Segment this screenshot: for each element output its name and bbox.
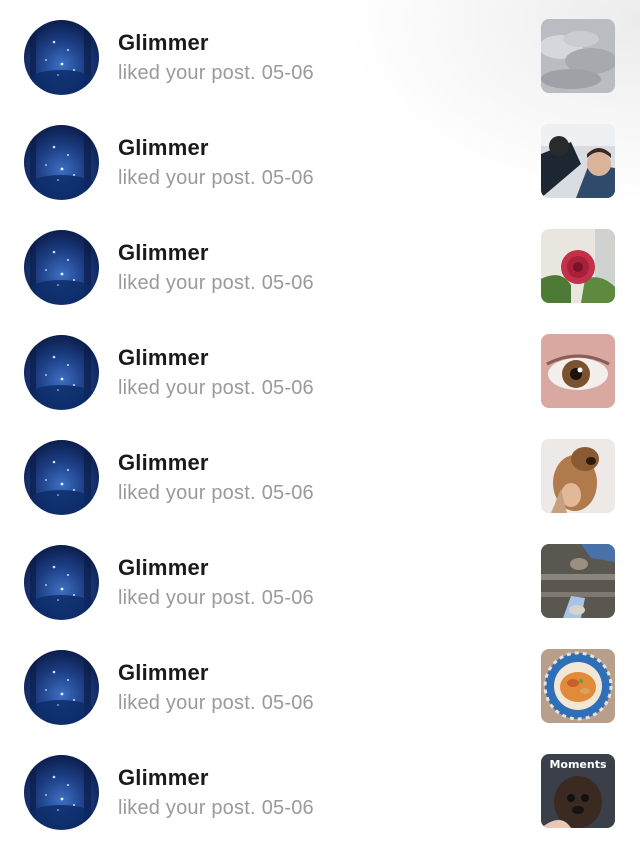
- notification-date: 05-06: [261, 377, 314, 399]
- notification-date: 05-06: [261, 692, 314, 714]
- action-text: liked your post.: [118, 62, 256, 84]
- avatar[interactable]: [24, 650, 99, 725]
- notification-text: liked your post. 05-06: [118, 62, 314, 85]
- notification-date: 05-06: [261, 272, 314, 294]
- action-text: liked your post.: [118, 797, 256, 819]
- notification-row[interactable]: Glimmer liked your post. 05-06: [0, 105, 640, 210]
- notification-list: Glimmer liked your post. 05-06 Glimmer l…: [0, 0, 640, 855]
- post-thumbnail[interactable]: [541, 439, 615, 513]
- notification-date: 05-06: [261, 587, 314, 609]
- thumbnail-caption: Moments: [549, 758, 607, 771]
- notification-text: liked your post. 05-06: [118, 692, 314, 715]
- user-name[interactable]: Glimmer: [118, 555, 209, 581]
- user-name[interactable]: Glimmer: [118, 450, 209, 476]
- notification-date: 05-06: [261, 62, 314, 84]
- user-name[interactable]: Glimmer: [118, 345, 209, 371]
- notification-text: liked your post. 05-06: [118, 167, 314, 190]
- notification-date: 05-06: [261, 797, 314, 819]
- action-text: liked your post.: [118, 482, 256, 504]
- notification-date: 05-06: [261, 482, 314, 504]
- notification-text: liked your post. 05-06: [118, 272, 314, 295]
- notification-row[interactable]: Glimmer liked your post. 05-06: [0, 525, 640, 630]
- user-name[interactable]: Glimmer: [118, 240, 209, 266]
- post-thumbnail[interactable]: Moments: [541, 754, 615, 828]
- notification-date: 05-06: [261, 167, 314, 189]
- post-thumbnail[interactable]: [541, 334, 615, 408]
- notification-text: liked your post. 05-06: [118, 377, 314, 400]
- notification-row[interactable]: Glimmer liked your post. 05-06: [0, 210, 640, 315]
- avatar[interactable]: [24, 440, 99, 515]
- notification-row[interactable]: Glimmer liked your post. 05-06: [0, 630, 640, 735]
- notification-text: liked your post. 05-06: [118, 587, 314, 610]
- notification-row[interactable]: Glimmer liked your post. 05-06: [0, 315, 640, 420]
- notification-row[interactable]: Glimmer liked your post. 05-06: [0, 0, 640, 105]
- action-text: liked your post.: [118, 377, 256, 399]
- avatar[interactable]: [24, 20, 99, 95]
- user-name[interactable]: Glimmer: [118, 135, 209, 161]
- action-text: liked your post.: [118, 692, 256, 714]
- post-thumbnail[interactable]: [541, 124, 615, 198]
- action-text: liked your post.: [118, 587, 256, 609]
- user-name[interactable]: Glimmer: [118, 765, 209, 791]
- action-text: liked your post.: [118, 167, 256, 189]
- post-thumbnail[interactable]: [541, 229, 615, 303]
- avatar[interactable]: [24, 755, 99, 830]
- user-name[interactable]: Glimmer: [118, 660, 209, 686]
- notification-row[interactable]: Glimmer liked your post. 05-06: [0, 420, 640, 525]
- avatar[interactable]: [24, 125, 99, 200]
- notification-text: liked your post. 05-06: [118, 482, 314, 505]
- post-thumbnail[interactable]: [541, 544, 615, 618]
- post-thumbnail[interactable]: [541, 19, 615, 93]
- notification-row[interactable]: Glimmer liked your post. 05-06 Moments: [0, 735, 640, 840]
- notification-text: liked your post. 05-06: [118, 797, 314, 820]
- post-thumbnail[interactable]: [541, 649, 615, 723]
- avatar[interactable]: [24, 230, 99, 305]
- avatar[interactable]: [24, 545, 99, 620]
- avatar[interactable]: [24, 335, 99, 410]
- action-text: liked your post.: [118, 272, 256, 294]
- user-name[interactable]: Glimmer: [118, 30, 209, 56]
